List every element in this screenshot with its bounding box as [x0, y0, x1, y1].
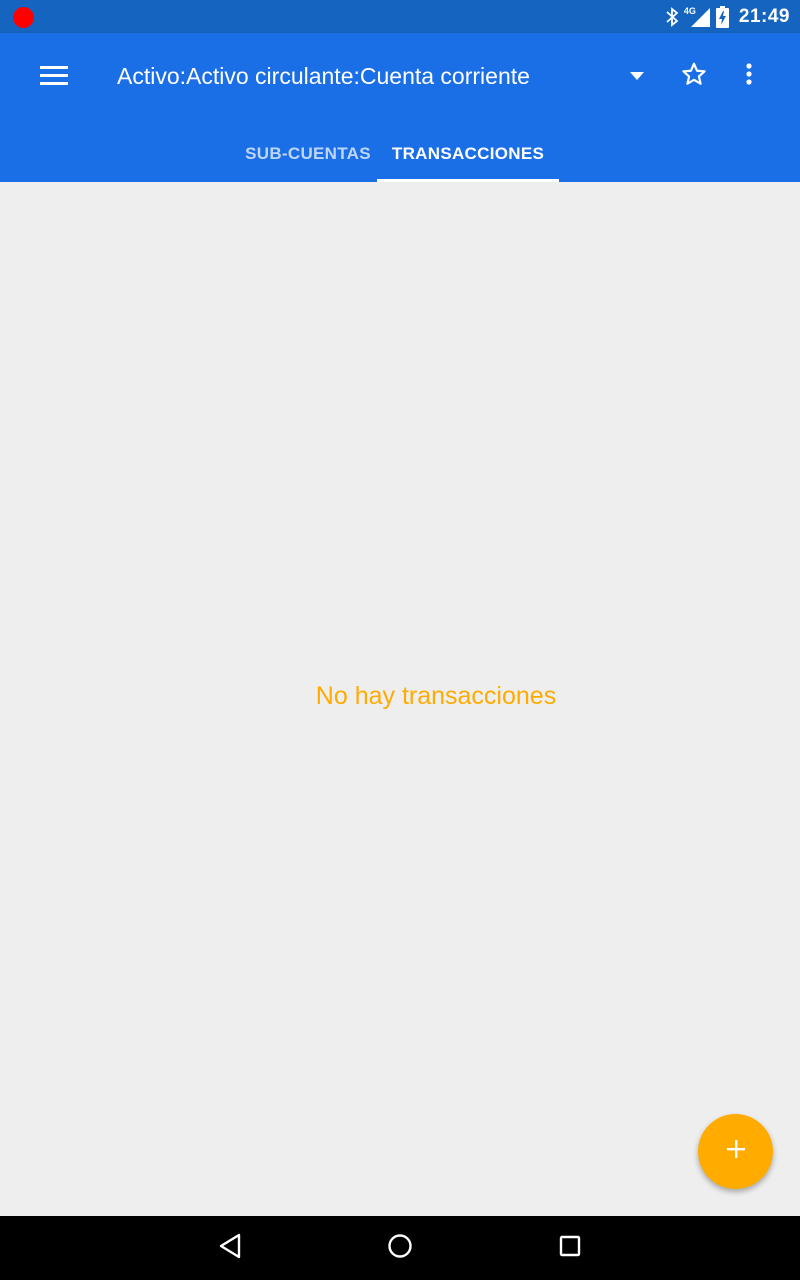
- status-time: 21:49: [738, 5, 790, 27]
- home-button[interactable]: [380, 1228, 420, 1268]
- recents-icon: [559, 1235, 581, 1262]
- screen: 4G 21:49 Activo:Activo circulante:Cuenta…: [0, 0, 800, 1280]
- tab-transacciones[interactable]: TRANSACCIONES: [377, 125, 559, 182]
- star-outline-icon: [681, 61, 707, 92]
- account-dropdown-button[interactable]: [622, 61, 652, 91]
- back-icon: [218, 1233, 242, 1264]
- plus-icon: [726, 1139, 746, 1164]
- recents-button[interactable]: [550, 1228, 590, 1268]
- bluetooth-icon: [666, 6, 678, 27]
- add-transaction-button[interactable]: [698, 1114, 773, 1189]
- dropdown-arrow-icon: [630, 67, 644, 85]
- home-icon: [387, 1233, 413, 1264]
- navigation-bar: [0, 1216, 800, 1280]
- recording-dot-icon: [13, 7, 34, 28]
- tab-sub-cuentas[interactable]: SUB-CUENTAS: [238, 125, 378, 182]
- transactions-list: No hay transacciones: [0, 182, 800, 1216]
- empty-message: No hay transacciones: [315, 682, 557, 710]
- battery-charging-icon: [715, 5, 729, 28]
- status-icons: 4G 21:49: [666, 0, 790, 33]
- back-button[interactable]: [210, 1228, 250, 1268]
- favorite-button[interactable]: [671, 53, 717, 99]
- signal-4g-icon: 4G: [684, 6, 710, 28]
- status-bar: 4G 21:49: [0, 0, 800, 33]
- app-bar: Activo:Activo circulante:Cuenta corrient…: [0, 33, 800, 182]
- more-options-button[interactable]: [730, 53, 768, 99]
- more-vert-icon: [746, 62, 752, 90]
- account-title[interactable]: Activo:Activo circulante:Cuenta corrient…: [117, 61, 530, 91]
- tab-bar: SUB-CUENTAS TRANSACCIONES: [0, 125, 800, 182]
- hamburger-menu-icon: [40, 65, 68, 90]
- menu-button[interactable]: [26, 53, 82, 101]
